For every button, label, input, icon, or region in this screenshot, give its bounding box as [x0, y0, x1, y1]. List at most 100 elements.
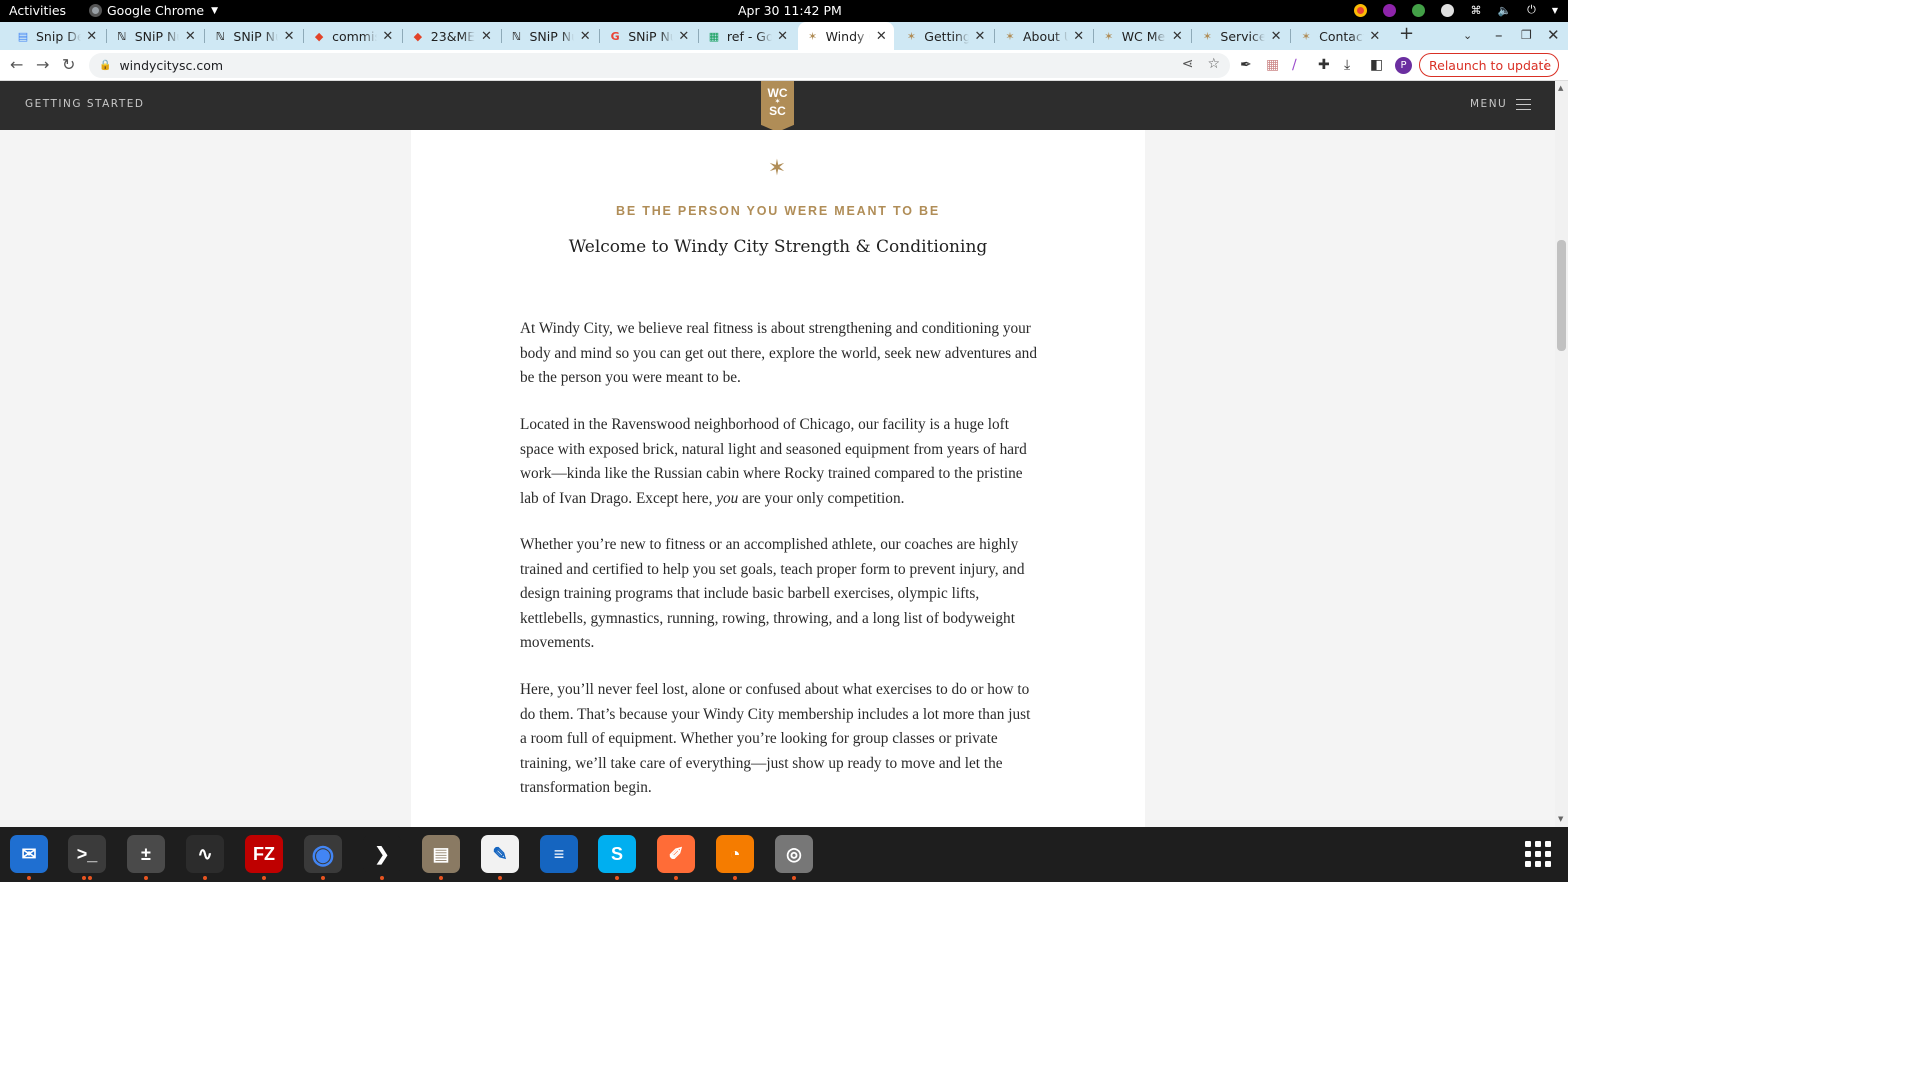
skype-icon[interactable]: S	[598, 835, 636, 873]
download-icon[interactable]: ⤓	[1344, 57, 1350, 73]
activities-button[interactable]: Activities	[9, 3, 66, 18]
close-tab-icon[interactable]: ✕	[1072, 29, 1086, 44]
url-text[interactable]: windycitysc.com	[119, 58, 223, 73]
browser-tab[interactable]: ℕ SNiP Nu ✕	[205, 22, 302, 50]
files-icon[interactable]: ▤	[422, 835, 460, 873]
close-tab-icon[interactable]: ✕	[381, 29, 395, 44]
tray-caret-icon[interactable]: ▼	[1552, 6, 1558, 15]
close-tab-icon[interactable]: ✕	[1269, 29, 1283, 44]
calendar-extension-icon[interactable]: ▦	[1266, 57, 1279, 73]
browser-tab[interactable]: ✶ Contact ✕	[1291, 22, 1388, 50]
system-monitor-icon[interactable]: ∿	[186, 835, 224, 873]
lock-icon[interactable]: 🔒	[99, 60, 111, 71]
volume-icon[interactable]: 🔈	[1497, 4, 1511, 17]
libreoffice-writer-icon[interactable]: ≡	[540, 835, 578, 873]
new-tab-icon[interactable]: +	[1399, 23, 1414, 44]
restore-icon[interactable]: ❐	[1521, 28, 1532, 42]
site-logo[interactable]: WC ✶ SC	[761, 81, 794, 132]
running-indicator	[615, 876, 619, 880]
close-tab-icon[interactable]: ✕	[677, 29, 691, 44]
kebab-menu-icon[interactable]: ⋮	[1540, 57, 1552, 71]
scroll-down-icon[interactable]: ▼	[1558, 815, 1563, 823]
doc-icon: ▤	[17, 29, 29, 43]
eyedropper-extension-icon[interactable]: ✒	[1240, 57, 1252, 73]
back-icon[interactable]: ←	[10, 55, 23, 74]
close-tab-icon[interactable]: ✕	[479, 29, 493, 44]
close-tab-icon[interactable]: ✕	[874, 29, 888, 44]
browser-tab[interactable]: ◆ 23&ME c✕	[403, 22, 500, 50]
reload-icon[interactable]: ↻	[62, 55, 75, 74]
close-tab-icon[interactable]: ✕	[1368, 29, 1382, 44]
forward-icon[interactable]: →	[36, 55, 49, 74]
tab-title: About U	[1023, 28, 1068, 44]
profile-avatar[interactable]: P	[1395, 57, 1412, 74]
browser-tab[interactable]: ▤ Snip Det ✕	[8, 22, 105, 50]
side-panel-icon[interactable]: ◧	[1370, 57, 1383, 73]
vscode-icon[interactable]: ❯	[363, 835, 401, 873]
clock[interactable]: Apr 30 11:42 PM	[738, 3, 842, 18]
blender-like-icon[interactable]: ◔	[716, 835, 754, 873]
close-tab-icon[interactable]: ✕	[973, 29, 987, 44]
relaunch-update-button[interactable]: Relaunch to update ⋮	[1419, 53, 1559, 77]
hamburger-icon	[1516, 98, 1532, 110]
minimize-icon[interactable]: –	[1495, 26, 1503, 44]
getting-started-link[interactable]: GETTING STARTED	[25, 98, 144, 110]
close-tab-icon[interactable]: ✕	[578, 29, 592, 44]
caret-down-icon: ▼	[211, 5, 219, 16]
menu-label: MENU	[1470, 98, 1508, 110]
show-applications-icon[interactable]	[1525, 841, 1551, 867]
tool-tray-icon[interactable]	[1441, 3, 1455, 17]
close-tab-icon[interactable]: ✕	[776, 29, 790, 44]
browser-tab[interactable]: ✶ Getting ✕	[896, 22, 993, 50]
site-menu-button[interactable]: MENU	[1470, 98, 1532, 110]
tab-title: SNiP Nu	[628, 28, 673, 44]
tab-search-icon[interactable]: ⌄	[1463, 29, 1472, 42]
browser-tab[interactable]: ✶ About U ✕	[995, 22, 1092, 50]
tab-title: Contact	[1319, 28, 1364, 44]
disk-icon[interactable]: ◎	[775, 835, 813, 873]
star-icon: ✶	[1301, 29, 1311, 43]
postman-icon[interactable]: ✐	[657, 835, 695, 873]
close-window-icon[interactable]: ✕	[1547, 26, 1560, 44]
close-tab-icon[interactable]: ✕	[85, 29, 99, 44]
close-tab-icon[interactable]: ✕	[1170, 29, 1184, 44]
page-scrollbar[interactable]	[1555, 81, 1568, 827]
pen-extension-icon[interactable]: ∕	[1292, 57, 1297, 73]
extensions-puzzle-icon[interactable]: ✚	[1318, 57, 1330, 73]
power-icon[interactable]: ⏻	[1527, 3, 1536, 17]
app-tray-icon[interactable]	[1383, 3, 1397, 17]
terminal-icon[interactable]: >_	[68, 835, 106, 873]
browser-tab[interactable]: ℕ SNiP Nu ✕	[107, 22, 204, 50]
scroll-up-icon[interactable]: ▲	[1558, 84, 1563, 92]
system-tray[interactable]: ⌘ 🔈 ⏻ ▼	[1354, 3, 1558, 17]
browser-tab[interactable]: G SNiP Nu ✕	[600, 22, 697, 50]
text-editor-icon[interactable]: ✎	[481, 835, 519, 873]
share-icon[interactable]: ⋖	[1182, 56, 1194, 72]
scrollbar-thumb[interactable]	[1557, 240, 1566, 351]
tab-separator	[1191, 29, 1193, 43]
running-indicator	[380, 876, 384, 880]
filezilla-icon[interactable]: FZ	[245, 835, 283, 873]
close-tab-icon[interactable]: ✕	[282, 29, 296, 44]
chrome-tray-icon[interactable]	[1354, 3, 1368, 17]
address-bar[interactable]: 🔒 windycitysc.com ⋖ ☆	[89, 53, 1230, 78]
gitlab-icon: ◆	[413, 29, 423, 43]
browser-tab[interactable]: ✶ WC Men✕	[1094, 22, 1191, 50]
close-tab-icon[interactable]: ✕	[183, 29, 197, 44]
relaunch-label: Relaunch to update	[1429, 57, 1552, 73]
chrome-icon[interactable]: ◉	[304, 835, 342, 873]
browser-tab[interactable]: ✶ Services✕	[1192, 22, 1289, 50]
browser-tab[interactable]: ✶ Windy C✕	[797, 22, 895, 50]
tab-separator	[401, 29, 403, 43]
network-icon[interactable]: ⌘	[1470, 4, 1481, 17]
bookmark-star-icon[interactable]: ☆	[1207, 56, 1220, 72]
app-menu[interactable]: Google Chrome ▼	[89, 3, 218, 18]
running-indicator	[498, 876, 502, 880]
calculator-icon[interactable]: ±	[127, 835, 165, 873]
browser-tab[interactable]: ℕ SNiP Nu ✕	[502, 22, 599, 50]
browser-tab[interactable]: ▦ ref - Goo ✕	[699, 22, 796, 50]
page-title: Welcome to Windy City Strength & Conditi…	[568, 237, 988, 257]
update-tray-icon[interactable]	[1412, 3, 1426, 17]
browser-tab[interactable]: ◆ commiss ✕	[304, 22, 401, 50]
thunderbird-icon[interactable]: ✉	[10, 835, 48, 873]
